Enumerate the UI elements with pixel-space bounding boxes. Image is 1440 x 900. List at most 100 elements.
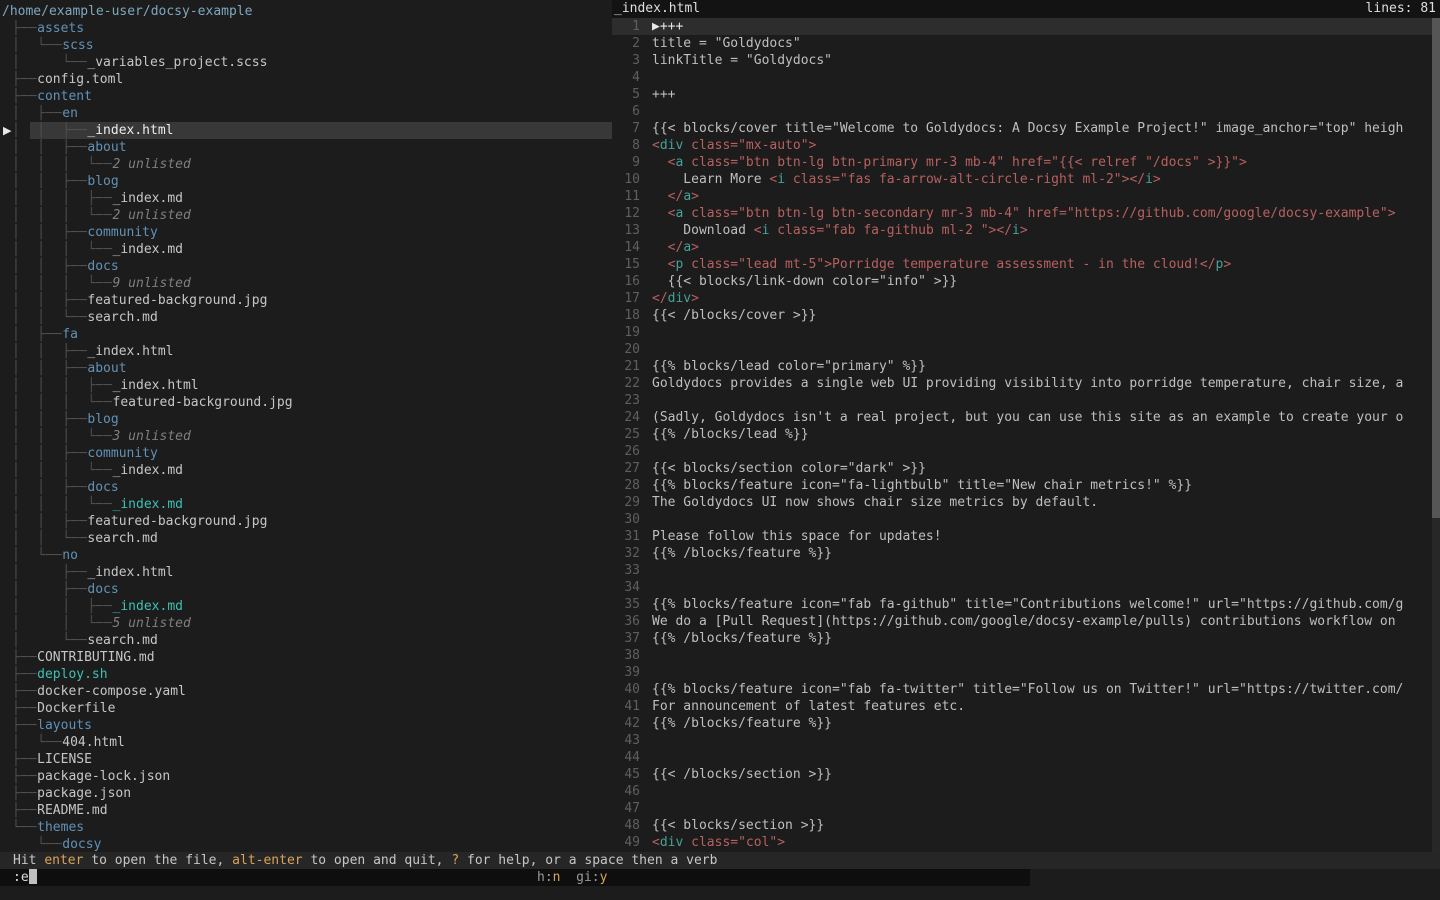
code-line: 25{{% /blocks/lead %}}	[612, 426, 1432, 443]
tree-branch-lines: │ │ ├──	[12, 599, 113, 614]
tree-branch-lines: └──	[12, 820, 37, 835]
line-content: </div>	[652, 290, 1432, 307]
line-number: 33	[612, 562, 640, 579]
tree-row-file[interactable]: │ │ ├──featured-background.jpg	[0, 292, 612, 309]
tree-row-dir[interactable]: │ │ ├──about	[0, 360, 612, 377]
tree-row-file[interactable]: │ │ └──5 unlisted	[0, 615, 612, 632]
code-line: 10 Learn More <i class="fas fa-arrow-alt…	[612, 171, 1432, 188]
tree-branch-lines: │ │ │ └──	[12, 497, 113, 512]
tree-row-file[interactable]: │ │ ├──featured-background.jpg	[0, 513, 612, 530]
tree-row-file[interactable]: │ │ │ └──_index.md	[0, 462, 612, 479]
tree-row-dir[interactable]: │ │ ├──blog	[0, 173, 612, 190]
tree-row-dir[interactable]: ├──assets	[0, 20, 612, 37]
tree-row-dir[interactable]: │ │ ├──docs	[0, 479, 612, 496]
command-input[interactable]: :e	[13, 869, 37, 886]
tree-row-file[interactable]: │ │ │ ├──_index.md	[0, 190, 612, 207]
tree-row-file[interactable]: ├──README.md	[0, 802, 612, 819]
tree-entry-label: about	[87, 361, 126, 376]
tree-row-dir[interactable]: │ │ ├──community	[0, 445, 612, 462]
status-text: Hit	[13, 853, 44, 868]
tree-row-dir[interactable]: │ │ ├──community	[0, 224, 612, 241]
tree-row-file[interactable]: ├──deploy.sh	[0, 666, 612, 683]
tree-row-dir[interactable]: └──docsy	[0, 836, 612, 852]
tree-row-file[interactable]: │ └──search.md	[0, 632, 612, 649]
code-line: 13 Download <i class="fab fa-github ml-2…	[612, 222, 1432, 239]
line-content	[652, 324, 1432, 341]
tree-row-dir[interactable]: │ └──scss	[0, 37, 612, 54]
tree-row-file[interactable]: ├──LICENSE	[0, 751, 612, 768]
code-line: 18{{< /blocks/cover >}}	[612, 307, 1432, 324]
tree-entry-label: 5 unlisted	[113, 616, 191, 631]
tree-row-file[interactable]: │ │ │ └──_index.md	[0, 241, 612, 258]
code-line: 48{{< blocks/section >}}	[612, 817, 1432, 834]
preview-scrollbar[interactable]	[1432, 18, 1440, 852]
line-content	[652, 562, 1432, 579]
line-content: {{% /blocks/feature %}}	[652, 545, 1432, 562]
tree-entry-label: scss	[62, 38, 93, 53]
tree-row-file[interactable]: ├──Dockerfile	[0, 700, 612, 717]
tree-row-dir[interactable]: │ │ ├──docs	[0, 258, 612, 275]
tree-row-file[interactable]: │ └──404.html	[0, 734, 612, 751]
line-number: 49	[612, 834, 640, 851]
tree-entry-label: themes	[37, 820, 84, 835]
tree-row-dir[interactable]: │ │ ├──blog	[0, 411, 612, 428]
tree-row-dir[interactable]: ├──content	[0, 88, 612, 105]
line-content: <div class="mx-auto">	[652, 137, 1432, 154]
tree-entry-label: config.toml	[37, 72, 123, 87]
tree-row-file[interactable]: │ │ └──search.md	[0, 309, 612, 326]
tree-row-file[interactable]: ├──package-lock.json	[0, 768, 612, 785]
tree-row-file[interactable]: ├──package.json	[0, 785, 612, 802]
tree-row-dir[interactable]: │ ├──en	[0, 105, 612, 122]
line-content: Goldydocs provides a single web UI provi…	[652, 375, 1432, 392]
tree-branch-lines: ├──	[12, 21, 37, 36]
tree-row-dir[interactable]: │ │ ├──about	[0, 139, 612, 156]
tree-row-file[interactable]: │ └──_variables_project.scss	[0, 54, 612, 71]
tree-branch-lines: │ │ ├──	[12, 412, 87, 427]
tree-branch-lines: │ ├──	[12, 582, 87, 597]
tree-row-file[interactable]: │ │ │ └──_index.md	[0, 496, 612, 513]
tree-row-file[interactable]: ├──docker-compose.yaml	[0, 683, 612, 700]
scrollbar-thumb[interactable]	[1432, 18, 1440, 518]
tree-row-dir[interactable]: └──themes	[0, 819, 612, 836]
line-number: 46	[612, 783, 640, 800]
line-number: 44	[612, 749, 640, 766]
line-number: 19	[612, 324, 640, 341]
code-line: 3linkTitle = "Goldydocs"	[612, 52, 1432, 69]
line-content: {{< blocks/cover title="Welcome to Goldy…	[652, 120, 1432, 137]
tree-row-file[interactable]: │ │ ├──_index.md	[0, 598, 612, 615]
tree-row-dir[interactable]: │ ├──fa	[0, 326, 612, 343]
line-content: title = "Goldydocs"	[652, 35, 1432, 52]
tree-branch-lines: ├──	[12, 650, 37, 665]
tree-row-file[interactable]: │ │ │ └──9 unlisted	[0, 275, 612, 292]
line-number: 14	[612, 239, 640, 256]
tree-branch-lines: │ │ └──	[12, 616, 113, 631]
line-number: 34	[612, 579, 640, 596]
tree-entry-label: _index.html	[87, 565, 173, 580]
preview-filename: _index.html	[614, 0, 700, 18]
tree-row-file[interactable]: │ │ └──search.md	[0, 530, 612, 547]
status-keybinding: ?	[451, 853, 459, 868]
tree-row-file[interactable]: │ │ │ └──2 unlisted	[0, 207, 612, 224]
tree-entry-label: fa	[62, 327, 78, 342]
line-number: 40	[612, 681, 640, 698]
tree-row-file[interactable]: │ ├──_index.html	[0, 564, 612, 581]
tree-row-file[interactable]: ├──config.toml	[0, 71, 612, 88]
tree-branch-lines: │ │ │ └──	[12, 429, 113, 444]
tree-row-file[interactable]: ├──CONTRIBUTING.md	[0, 649, 612, 666]
tree-row-dir[interactable]: ├──layouts	[0, 717, 612, 734]
tree-row-file[interactable]: │ │ │ └──2 unlisted	[0, 156, 612, 173]
tree-entry-label: package.json	[37, 786, 131, 801]
tree-entry-label: package-lock.json	[37, 769, 170, 784]
tree-row-file[interactable]: │ │ │ └──featured-background.jpg	[0, 394, 612, 411]
tree-row-file[interactable]: │ │ │ ├──_index.html	[0, 377, 612, 394]
tree-row-dir[interactable]: │ ├──docs	[0, 581, 612, 598]
tree-row-file[interactable]: │ │ ├──_index.html	[0, 343, 612, 360]
line-number: 42	[612, 715, 640, 732]
code-line: 46	[612, 783, 1432, 800]
tree-row-file[interactable]: │ │ ├──_index.html	[0, 122, 612, 139]
line-number: 26	[612, 443, 640, 460]
tree-row-dir[interactable]: │ └──no	[0, 547, 612, 564]
line-content	[652, 392, 1432, 409]
tree-branch-lines: │ └──	[12, 38, 62, 53]
tree-row-file[interactable]: │ │ │ └──3 unlisted	[0, 428, 612, 445]
